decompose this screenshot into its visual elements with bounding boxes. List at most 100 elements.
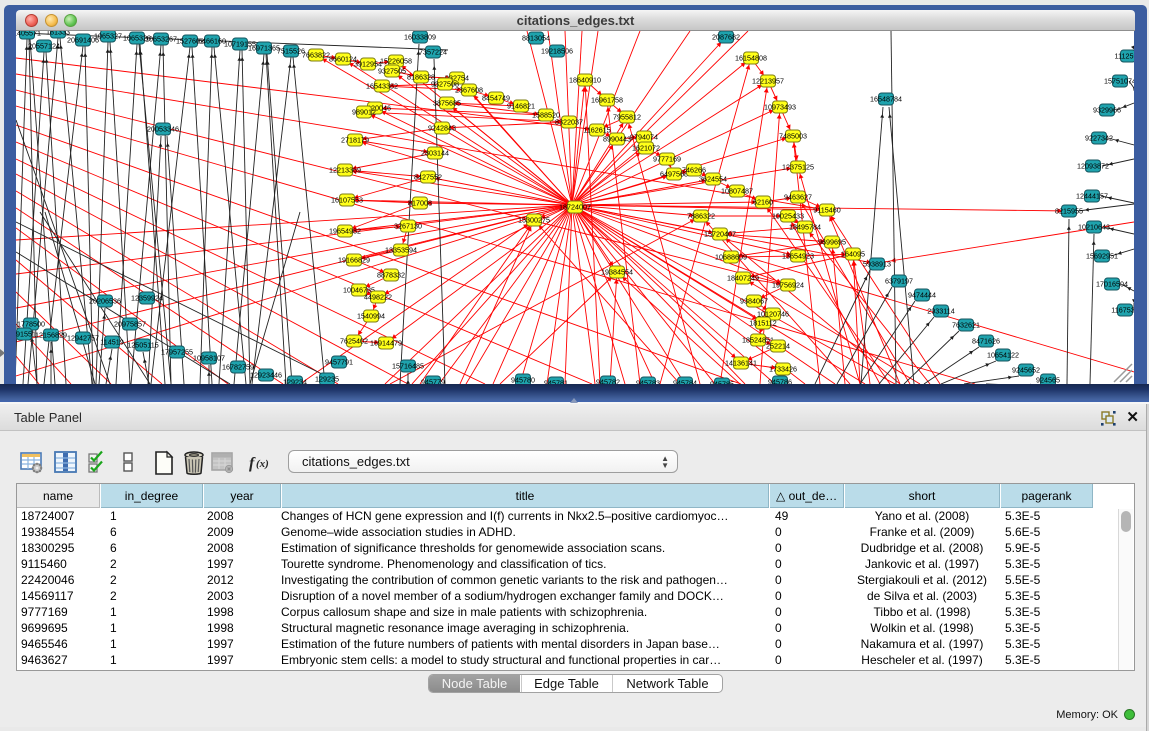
svg-text:13353594: 13353594 [385,246,417,255]
svg-text:16154808: 16154808 [735,54,767,63]
svg-text:4498222: 4498222 [364,293,392,302]
svg-text:10807487: 10807487 [721,187,753,196]
svg-text:945780: 945780 [511,376,535,385]
svg-text:10025433: 10025433 [772,212,804,221]
svg-text:17957255: 17957255 [161,348,193,357]
svg-text:12093872: 12093872 [1077,162,1109,171]
svg-text:12505115: 12505115 [127,341,158,350]
svg-text:8660124: 8660124 [329,55,357,64]
svg-text:20975857: 20975857 [114,320,146,329]
svg-text:7485003: 7485003 [779,132,807,141]
svg-text:8454749: 8454749 [482,94,510,103]
svg-text:8813054: 8813054 [522,34,550,43]
svg-text:9327505: 9327505 [378,67,406,76]
svg-text:10654122: 10654122 [987,351,1019,360]
svg-text:12359924: 12359924 [131,294,163,303]
svg-text:7357224: 7357224 [419,48,447,57]
svg-text:20053346: 20053346 [147,125,179,134]
svg-text:2803144: 2803144 [421,149,449,158]
svg-text:1112595: 1112595 [1115,52,1134,61]
svg-text:19384554: 19384554 [601,268,633,277]
svg-text:15300275: 15300275 [518,216,550,225]
svg-text:19756924: 19756924 [772,281,804,290]
svg-text:10958107: 10958107 [193,354,225,363]
svg-text:7625402: 7625402 [340,337,368,346]
svg-text:9329966: 9329966 [1093,106,1121,115]
svg-text:1778500: 1778500 [17,320,45,329]
svg-text:2087682: 2087682 [712,33,740,42]
svg-text:9115460: 9115460 [813,206,840,215]
svg-text:6379197: 6379197 [885,277,913,286]
svg-text:15716485: 15716485 [392,362,424,371]
svg-text:1162615: 1162615 [583,126,610,135]
svg-text:15692951: 15692951 [1086,252,1118,261]
svg-text:18724007: 18724007 [559,203,591,212]
svg-text:17016504: 17016504 [1096,280,1128,289]
svg-text:12213369: 12213369 [329,166,361,175]
svg-text:7886322: 7886322 [687,212,715,221]
svg-text:12213957: 12213957 [752,77,784,86]
svg-text:7515526: 7515526 [277,47,305,56]
svg-text:8215955: 8215955 [1055,207,1083,216]
svg-text:9699695: 9699695 [818,238,846,247]
svg-text:18407249: 18407249 [727,274,759,283]
svg-text:18495784: 18495784 [789,223,821,232]
svg-text:9794074: 9794074 [630,133,658,142]
svg-text:7955812: 7955812 [613,113,641,122]
svg-text:1540994: 1540994 [357,312,385,321]
svg-text:746266: 746266 [682,166,706,175]
svg-text:9146821: 9146821 [507,102,535,111]
svg-text:1621072: 1621072 [632,144,660,153]
svg-text:1065327: 1065327 [94,32,122,41]
svg-text:9463627: 9463627 [784,193,812,202]
svg-text:10688609: 10688609 [715,253,747,262]
svg-text:8471626: 8471626 [972,337,1000,346]
svg-text:12156829: 12156829 [35,331,67,340]
svg-text:(x): (x) [256,458,269,470]
svg-text:989012: 989012 [352,108,376,117]
svg-text:9474444: 9474444 [908,291,936,300]
svg-text:18640910: 18640910 [569,76,601,85]
svg-text:12923446: 12923446 [250,371,282,380]
svg-text:9384067: 9384067 [740,297,768,306]
svg-text:8322037: 8322037 [555,118,583,127]
svg-text:14136141: 14136141 [725,359,757,368]
svg-text:10973493: 10973493 [764,103,796,112]
svg-text:16543382: 16543382 [366,82,398,91]
svg-text:1405571: 1405571 [16,31,41,38]
svg-text:20557124: 20557124 [28,42,60,51]
svg-text:16961758: 16961758 [591,96,623,105]
svg-text:924565: 924565 [1036,376,1060,385]
svg-text:16033809: 16033809 [404,33,436,42]
svg-text:5938913: 5938913 [863,260,891,269]
svg-text:12444157: 12444157 [1076,192,1108,201]
svg-text:9245652: 9245652 [1012,366,1040,375]
svg-text:252214: 252214 [766,342,790,351]
svg-text:2718179: 2718179 [341,136,369,145]
svg-text:16548784: 16548784 [870,95,902,104]
svg-text:9457791: 9457791 [325,358,353,367]
svg-text:13654923: 13654923 [782,252,814,261]
svg-text:15751074: 15751074 [1104,77,1134,86]
svg-text:16971365: 16971365 [248,44,280,53]
svg-text:9777169: 9777169 [653,155,681,164]
svg-text:2933114: 2933114 [927,307,954,316]
svg-text:164095: 164095 [841,250,865,259]
svg-text:10653267: 10653267 [145,35,177,44]
svg-text:12942757: 12942757 [67,334,99,343]
svg-text:19218506: 19218506 [541,47,573,56]
svg-text:20206536: 20206536 [89,297,121,306]
svg-text:6466160: 6466160 [198,37,226,46]
svg-text:817008: 817008 [408,199,432,208]
svg-text:114519: 114519 [100,338,123,347]
svg-text:1733426: 1733426 [769,365,797,374]
svg-text:12375125: 12375125 [782,163,814,172]
svg-text:16914479: 16914479 [370,339,402,348]
svg-text:3267130: 3267130 [394,222,422,231]
svg-text:8878332: 8878332 [377,271,405,280]
svg-text:19654982: 19654982 [329,227,361,236]
svg-text:16107553: 16107553 [331,196,363,205]
svg-text:9227342: 9227342 [1085,134,1113,143]
svg-text:62160: 62160 [753,198,773,207]
svg-text:3624554: 3624554 [699,175,727,184]
